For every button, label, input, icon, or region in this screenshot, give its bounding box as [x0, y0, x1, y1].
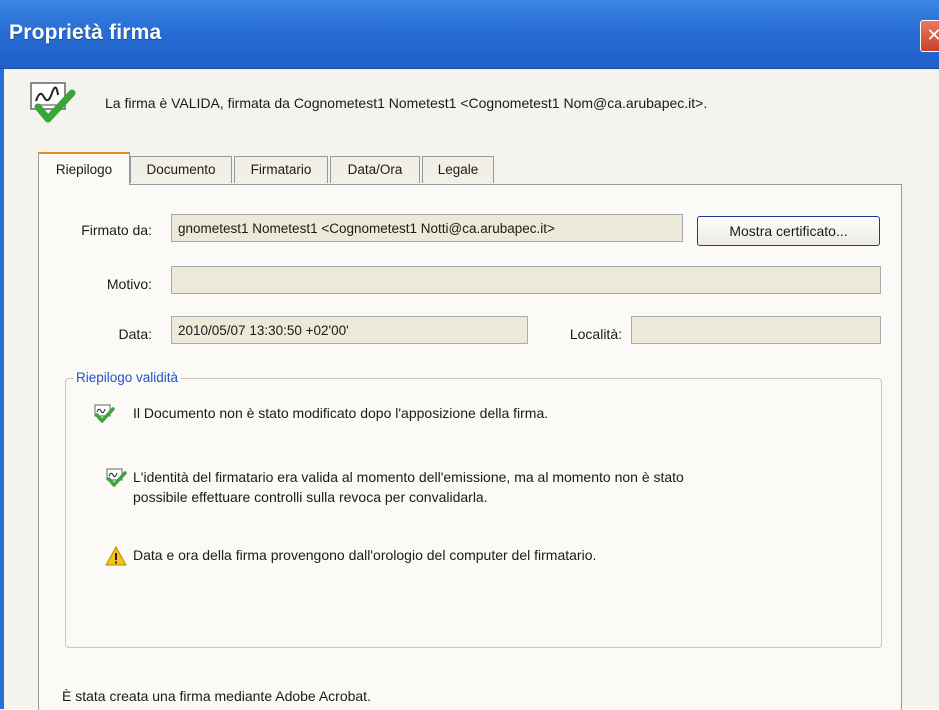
close-icon: ✕: [926, 25, 939, 46]
window-title: Proprietà firma: [9, 21, 162, 44]
warning-icon: [105, 545, 127, 566]
tab-legale[interactable]: Legale: [422, 156, 494, 183]
reason-field[interactable]: [171, 266, 881, 294]
location-label: Località:: [569, 326, 622, 342]
signature-check-icon: [94, 404, 115, 423]
validity-item-identity-line1: L'identità del firmatario era valida al …: [133, 469, 684, 485]
date-label: Data:: [118, 326, 152, 342]
show-certificate-button[interactable]: Mostra certificato...: [697, 216, 880, 246]
validity-summary-title: Riepilogo validità: [73, 370, 182, 385]
date-field[interactable]: 2010/05/07 13:30:50 +02'00': [171, 316, 528, 344]
tab-riepilogo[interactable]: Riepilogo: [38, 152, 130, 185]
signature-check-icon: [106, 468, 127, 487]
reason-label: Motivo:: [106, 276, 152, 292]
validity-item-unmodified: Il Documento non è stato modificato dopo…: [133, 405, 549, 421]
validity-item-identity-line2: possibile effettuare controlli sulla rev…: [133, 489, 488, 505]
signed-by-label: Firmato da:: [81, 222, 152, 238]
location-field[interactable]: [631, 316, 881, 344]
signed-by-field[interactable]: gnometest1 Nometest1 <Cognometest1 Notti…: [171, 214, 683, 242]
validity-item-clock-warning: Data e ora della firma provengono dall'o…: [133, 547, 597, 563]
close-button[interactable]: ✕: [920, 20, 939, 52]
tab-data-ora[interactable]: Data/Ora: [330, 156, 420, 183]
signature-valid-icon: [30, 82, 76, 123]
window-titlebar: Proprietà firma: [0, 0, 939, 69]
signature-status-message: La firma è VALIDA, firmata da Cognometes…: [105, 95, 708, 111]
tab-firmatario[interactable]: Firmatario: [234, 156, 328, 183]
tab-documento[interactable]: Documento: [130, 156, 232, 183]
footer-note: È stata creata una firma mediante Adobe …: [62, 688, 371, 704]
